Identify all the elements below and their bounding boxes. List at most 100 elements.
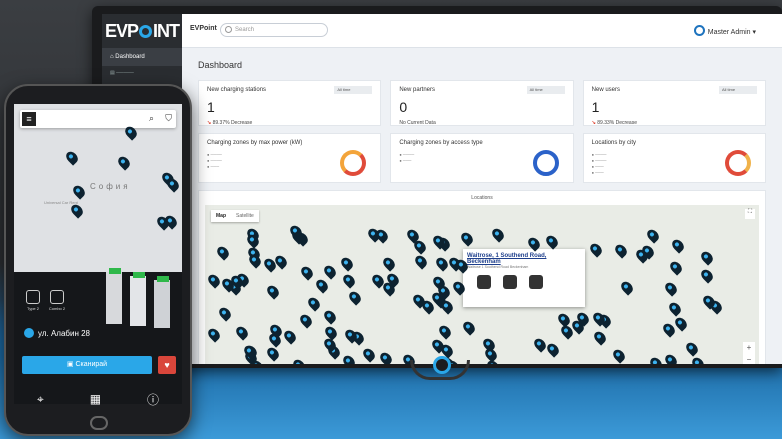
charging-station-pin[interactable] xyxy=(321,308,338,326)
user-menu[interactable]: Master Admin ▾ xyxy=(693,25,756,36)
charging-station-pin[interactable] xyxy=(313,276,331,294)
charging-station-pin[interactable] xyxy=(545,341,562,358)
page-title: Dashboard xyxy=(198,60,243,70)
charging-station-pin[interactable] xyxy=(321,263,338,280)
locations-card: Locations Map Satellite ⛶ Waitrose, 1 So… xyxy=(198,190,766,364)
tab-satellite[interactable]: Satellite xyxy=(231,210,259,222)
charging-station-pin[interactable] xyxy=(433,254,450,272)
qr-code-icon[interactable]: ▦ xyxy=(90,392,101,406)
phone-bottom-nav: ⌖ ▦ ⓘ xyxy=(14,386,182,412)
map-nav-icon[interactable]: ⌖ xyxy=(37,392,44,407)
charging-station-pin[interactable] xyxy=(305,295,323,312)
stats-row: New charging stations All time 1 ↘ 89.37… xyxy=(198,80,766,126)
charging-station-pin[interactable] xyxy=(667,259,685,276)
filter-icon[interactable]: ⛉ xyxy=(165,113,172,124)
trend-icon: ↘ xyxy=(591,120,596,126)
stat-change: ↘ 89.37% Decrease xyxy=(207,120,372,126)
sidebar-item-dashboard[interactable]: ⌂ Dashboard xyxy=(102,48,182,66)
address-text: ул. Алабин 28 xyxy=(38,329,90,338)
charging-station-pin[interactable] xyxy=(214,244,231,261)
charging-station-pin[interactable] xyxy=(206,326,223,343)
phone-search-bar[interactable]: ≡ ⌕ ⛉ xyxy=(20,110,176,128)
charging-station-pin[interactable] xyxy=(264,345,281,362)
charging-station-pin[interactable] xyxy=(543,233,560,251)
charging-station-pin[interactable] xyxy=(377,349,394,364)
popup-subtitle: Waitrose 1 Southend Road Beckenham xyxy=(467,265,529,269)
stat-change-text: 89.33% Decrease xyxy=(597,120,637,126)
charging-station-pin[interactable] xyxy=(460,318,477,336)
locations-map[interactable]: Map Satellite ⛶ Waitrose, 1 Southend Roa… xyxy=(205,205,759,364)
connector-type2[interactable]: Type 2 xyxy=(24,290,42,311)
avatar-icon xyxy=(693,25,705,36)
charging-station-pin[interactable] xyxy=(297,312,314,330)
chart-card-power: Charging zones by max power (kW) ● ──── ●… xyxy=(198,133,382,183)
charging-station-pin[interactable] xyxy=(360,346,377,364)
charging-station-pin[interactable] xyxy=(63,149,81,166)
charging-station-pin[interactable] xyxy=(339,255,356,272)
range-select[interactable]: All time xyxy=(526,86,565,94)
favorite-button[interactable]: ♥ xyxy=(158,356,176,374)
charging-station-pin[interactable] xyxy=(673,315,690,332)
charging-station-pin[interactable] xyxy=(698,249,716,266)
charging-station-pin[interactable] xyxy=(439,298,456,315)
charging-station-pin[interactable] xyxy=(663,352,680,364)
sidebar-item[interactable]: ▤ ───── xyxy=(102,66,182,80)
charging-station-pin[interactable] xyxy=(490,226,507,243)
charging-station-pin[interactable] xyxy=(458,230,476,247)
popup-title[interactable]: Waitrose, 1 Southend Road, Beckenham xyxy=(467,253,581,265)
charging-station-pin[interactable] xyxy=(412,253,429,270)
home-button[interactable] xyxy=(90,416,108,430)
charging-station-pin[interactable] xyxy=(233,324,250,341)
charging-station-pin[interactable] xyxy=(290,357,307,364)
zoom-control[interactable]: + − xyxy=(743,342,755,364)
charging-station-pin[interactable] xyxy=(264,283,281,301)
charging-station-pin[interactable] xyxy=(71,183,88,200)
charging-station-pin[interactable] xyxy=(592,329,609,347)
charging-station-pin[interactable] xyxy=(341,272,358,289)
charging-station-pin[interactable] xyxy=(698,267,715,284)
charging-station-pin[interactable] xyxy=(381,254,398,272)
range-select[interactable]: All time xyxy=(718,86,757,94)
type2-icon xyxy=(529,275,543,289)
charging-station-pin[interactable] xyxy=(436,323,453,341)
tab-map[interactable]: Map xyxy=(211,210,231,222)
info-icon[interactable]: ⓘ xyxy=(147,391,159,408)
fullscreen-icon[interactable]: ⛶ xyxy=(745,209,755,219)
locations-title: Locations xyxy=(471,195,493,201)
range-select[interactable]: All time xyxy=(334,86,373,94)
charging-station-pin[interactable] xyxy=(648,355,665,364)
charging-station-pin[interactable] xyxy=(588,241,605,258)
scan-button[interactable]: ▣ Сканирай xyxy=(22,356,152,374)
stat-change: No Current Data xyxy=(399,120,436,126)
combo2-icon xyxy=(50,290,64,304)
charging-station-pin[interactable] xyxy=(662,279,679,297)
chart-card-city: Locations by city ● ──── ● ──── ● ─── ● ─── xyxy=(582,133,766,183)
stand-ring xyxy=(433,356,451,374)
stat-card-users: New users All time 1 ↘ 89.33% Decrease xyxy=(582,80,766,126)
charging-station-pin[interactable] xyxy=(322,323,340,341)
charging-station-pin[interactable] xyxy=(340,353,357,364)
charging-station-pin[interactable] xyxy=(666,300,684,317)
charging-station-pin[interactable] xyxy=(644,227,661,244)
charging-station-pin[interactable] xyxy=(532,336,549,353)
connector-combo2[interactable]: Combo 2 xyxy=(48,290,66,311)
brand-label: EVPoint xyxy=(190,25,217,32)
charging-station-pin[interactable] xyxy=(669,237,687,254)
charging-station-pin[interactable] xyxy=(347,289,364,307)
charging-station-pin[interactable] xyxy=(205,272,222,289)
menu-icon[interactable]: ≡ xyxy=(22,112,36,126)
search-icon[interactable]: ⌕ xyxy=(149,113,154,124)
zoom-in-button[interactable]: + xyxy=(747,343,752,352)
chademo-icon xyxy=(477,275,491,289)
charging-station-pin[interactable] xyxy=(298,264,316,281)
search-input[interactable]: Search xyxy=(220,23,328,37)
charging-station-pin[interactable] xyxy=(611,347,628,364)
evpoint-logo[interactable]: EVP INT xyxy=(102,14,182,48)
charging-station-pin[interactable] xyxy=(619,279,636,296)
charging-station-pin[interactable] xyxy=(116,154,133,171)
charging-station-pin[interactable] xyxy=(217,305,234,322)
charging-station-pin[interactable] xyxy=(612,241,630,259)
charging-station-pin[interactable] xyxy=(281,328,298,345)
chart-title: Charging zones by max power (kW) xyxy=(207,140,303,146)
charging-station-pin[interactable] xyxy=(683,340,701,357)
